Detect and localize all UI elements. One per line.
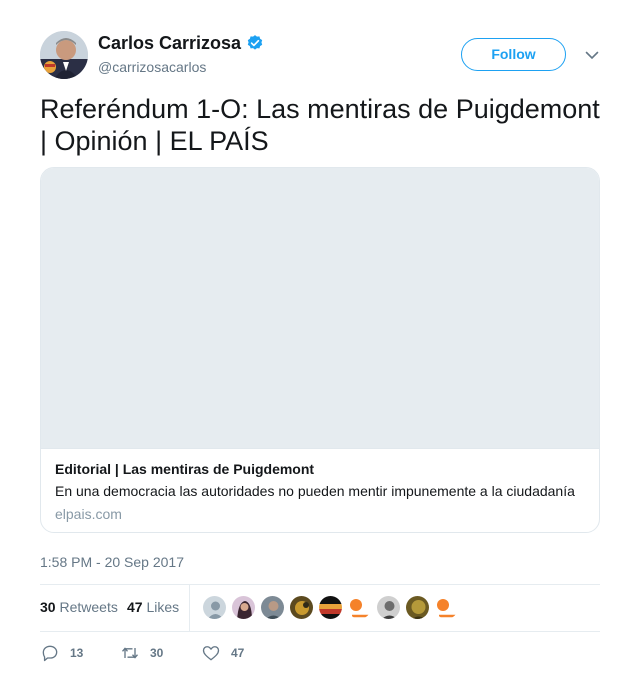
like-count: 47 <box>231 646 245 660</box>
tweet-text: Referéndum 1-O: Las mentiras de Puigdemo… <box>40 94 600 156</box>
liker-avatar[interactable] <box>231 595 256 620</box>
liker-avatar[interactable] <box>202 595 227 620</box>
liker-avatar[interactable] <box>347 595 372 620</box>
link-card[interactable]: Editorial | Las mentiras de Puigdemont E… <box>40 167 600 533</box>
verified-badge-icon <box>246 34 264 52</box>
retweet-button[interactable]: 30 <box>120 643 163 663</box>
card-title: Editorial | Las mentiras de Puigdemont <box>55 461 315 477</box>
retweet-count: 30 <box>150 646 164 660</box>
author-handle[interactable]: @carrizosacarlos <box>98 59 206 75</box>
reply-count: 13 <box>70 646 84 660</box>
author-avatar[interactable] <box>40 31 88 79</box>
stats-separator <box>189 585 190 631</box>
likes-stat-count: 47 <box>127 599 143 615</box>
like-button[interactable]: 47 <box>201 643 244 663</box>
retweets-stat-label: Retweets <box>59 599 118 615</box>
liker-avatar[interactable] <box>405 595 430 620</box>
card-domain: elpais.com <box>55 506 122 522</box>
liker-avatar[interactable] <box>289 595 314 620</box>
tweet-stats: 30 Retweets 47 Likes <box>40 585 600 631</box>
author-name[interactable]: Carlos Carrizosa <box>98 33 241 53</box>
retweets-stat-count: 30 <box>40 599 56 615</box>
divider <box>40 631 600 632</box>
reply-icon <box>42 645 58 662</box>
liker-avatar[interactable] <box>434 595 459 620</box>
chevron-down-icon[interactable] <box>583 46 601 64</box>
retweets-stat[interactable]: 30 Retweets <box>40 599 118 615</box>
reply-button[interactable]: 13 <box>40 643 83 663</box>
liker-avatar[interactable] <box>318 595 343 620</box>
likes-stat-label: Likes <box>146 599 180 615</box>
card-image[interactable] <box>41 168 599 449</box>
liker-avatar[interactable] <box>376 595 401 620</box>
heart-icon <box>202 646 220 661</box>
card-description: En una democracia las autoridades no pue… <box>55 483 575 499</box>
tweet-timestamp[interactable]: 1:58 PM - 20 Sep 2017 <box>40 554 184 570</box>
follow-button[interactable]: Follow <box>461 38 566 71</box>
retweet-icon <box>121 647 139 659</box>
tweet-header: Carlos Carrizosa @carrizosacarlos Follow <box>40 31 600 81</box>
liker-avatars <box>202 595 463 620</box>
author-name-row: Carlos Carrizosa <box>98 33 264 53</box>
likes-stat[interactable]: 47 Likes <box>127 599 179 615</box>
liker-avatar[interactable] <box>260 595 285 620</box>
